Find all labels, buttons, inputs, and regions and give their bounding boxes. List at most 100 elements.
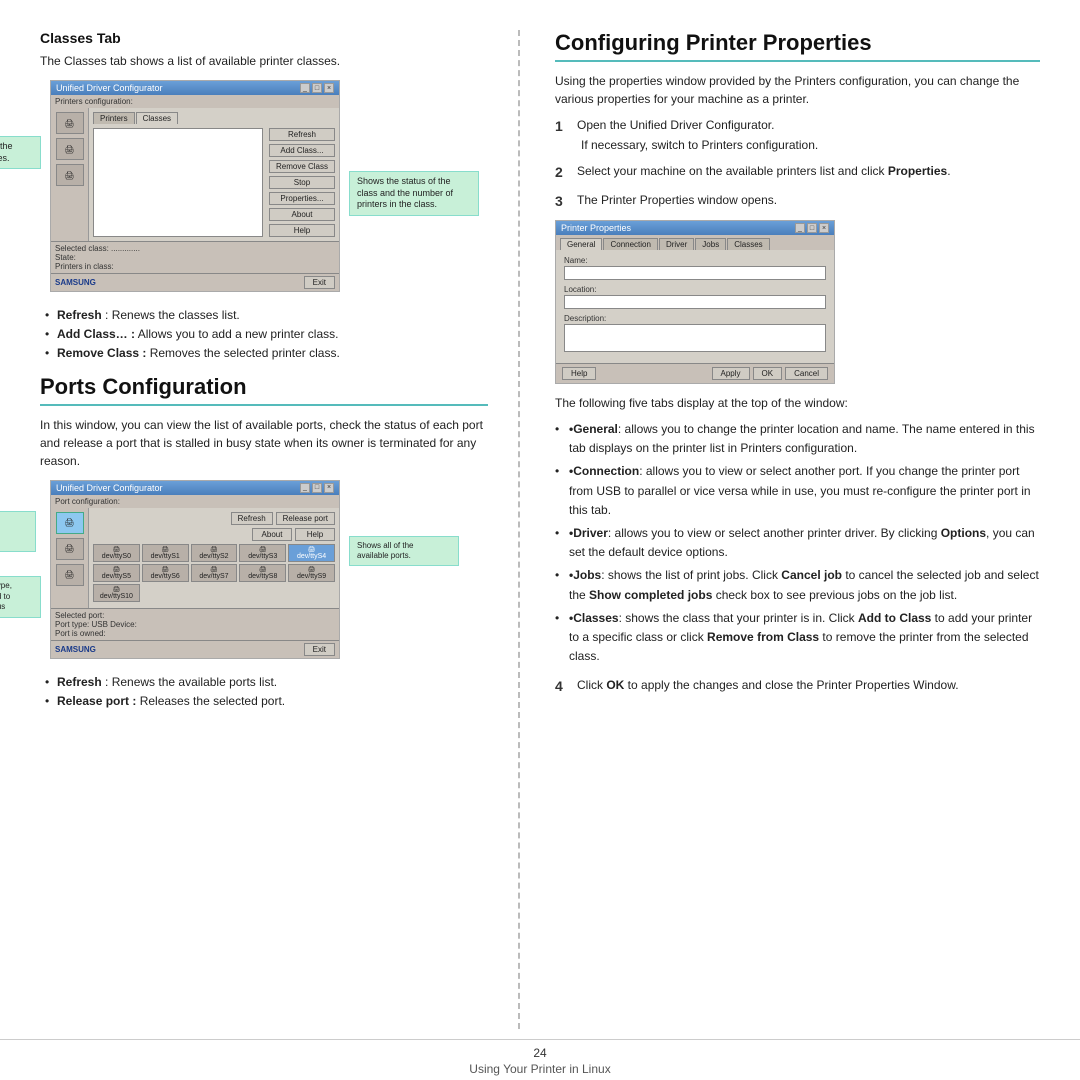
classes-addclass-btn[interactable]: Add Class...	[269, 144, 335, 157]
pp-ok-btn[interactable]: OK	[753, 367, 783, 380]
pp-location-input[interactable]	[564, 295, 826, 309]
classes-about-btn[interactable]: About	[269, 208, 335, 221]
callout-classes-left: Shows all of the printer classes.	[0, 136, 41, 169]
following-text: The following five tabs display at the t…	[555, 394, 1040, 412]
step-1-content: Open the Unified Driver Configurator. If…	[577, 116, 818, 154]
step-1-text: Open the Unified Driver Configurator.	[577, 118, 774, 132]
pp-title: Printer Properties	[561, 223, 631, 233]
port-ttyS1[interactable]: 🖨dev/ttyS1	[142, 544, 189, 562]
pp-maximize[interactable]: □	[807, 223, 817, 233]
classes-status-selected: Selected class: .............	[55, 244, 335, 253]
port-ttyS4[interactable]: 🖨dev/ttyS4	[288, 544, 335, 562]
port-ttyS3[interactable]: 🖨dev/ttyS3	[239, 544, 286, 562]
pp-tab-connection[interactable]: Connection	[603, 238, 657, 250]
ports-config-label: Port configuration:	[51, 495, 339, 508]
ports-status-type: Port type: USB Device:	[55, 620, 335, 629]
classes-config-label: Printers configuration:	[51, 95, 339, 108]
footer-caption: Using Your Printer in Linux	[0, 1062, 1080, 1076]
classes-help-btn[interactable]: Help	[269, 224, 335, 237]
ss-close[interactable]: ×	[324, 83, 334, 93]
port-ttyS0[interactable]: 🖨dev/ttyS0	[93, 544, 140, 562]
callout-port-type: Shows the port type,device connected tot…	[0, 576, 41, 617]
ports-help-btn[interactable]: Help	[295, 528, 335, 541]
ss-titlebar-buttons: _ □ ×	[300, 83, 334, 93]
pp-desc-input[interactable]	[564, 324, 826, 352]
pp-tab-driver[interactable]: Driver	[659, 238, 694, 250]
ss-maximize[interactable]: □	[312, 83, 322, 93]
ports-refresh-btn[interactable]: Refresh	[231, 512, 273, 525]
tab-desc-general: •General: allows you to change the print…	[555, 420, 1040, 458]
ports-exit-btn[interactable]: Exit	[304, 643, 335, 656]
pp-tabs: General Connection Driver Jobs Classes	[556, 235, 834, 250]
step-3: 3 The Printer Properties window opens.	[555, 191, 1040, 212]
bullet-addclass: Add Class… : Allows you to add a new pri…	[45, 325, 488, 344]
classes-stop-btn[interactable]: Stop	[269, 176, 335, 189]
classes-status-state: State:	[55, 253, 335, 262]
ss-minimize[interactable]: _	[300, 83, 310, 93]
step-4-num: 4	[555, 676, 571, 697]
pp-desc-label: Description:	[564, 314, 826, 323]
classes-classes-tab[interactable]: Classes	[136, 112, 178, 124]
classes-ss-title: Unified Driver Configurator	[56, 83, 163, 93]
classes-properties-btn[interactable]: Properties...	[269, 192, 335, 205]
port-ttyS8[interactable]: 🖨dev/ttyS8	[239, 564, 286, 582]
ports-ss-sidebar: 🖨 🖨 🖨	[51, 508, 89, 608]
configuring-title: Configuring Printer Properties	[555, 30, 1040, 62]
tab-desc-connection: •Connection: allows you to view or selec…	[555, 462, 1040, 520]
pp-apply-btn[interactable]: Apply	[712, 367, 750, 380]
classes-bullet-list: Refresh : Renews the classes list. Add C…	[40, 306, 488, 364]
pp-cancel-btn[interactable]: Cancel	[785, 367, 828, 380]
page: Classes Tab The Classes tab shows a list…	[0, 0, 1080, 1080]
right-column: Configuring Printer Properties Using the…	[520, 30, 1040, 1029]
pp-location-label: Location:	[564, 285, 826, 294]
ports-about-btn[interactable]: About	[252, 528, 292, 541]
classes-ss-sidebar: 🖨 🖨 🖨	[51, 108, 89, 241]
classes-screenshot: Unified Driver Configurator _ □ × Printe…	[50, 80, 340, 292]
ports-ss-minimize[interactable]: _	[300, 483, 310, 493]
tab-desc-driver: •Driver: allows you to view or select an…	[555, 524, 1040, 562]
printer-icon-3: 🖨	[56, 164, 84, 186]
pp-footer: Help Apply OK Cancel	[556, 363, 834, 383]
pp-tab-jobs[interactable]: Jobs	[695, 238, 726, 250]
ports-screenshot: Unified Driver Configurator _ □ × Port c…	[50, 480, 340, 659]
ports-status-selected: Selected port:	[55, 611, 335, 620]
tab-desc-list: •General: allows you to change the print…	[555, 420, 1040, 666]
callout-classes-right: Shows the status of the class and the nu…	[349, 171, 479, 216]
pp-close[interactable]: ×	[819, 223, 829, 233]
classes-refresh-btn[interactable]: Refresh	[269, 128, 335, 141]
ports-status-bar: Selected port: Port type: USB Device: Po…	[51, 608, 339, 640]
pp-minimize[interactable]: _	[795, 223, 805, 233]
ports-bullet-list: Refresh : Renews the available ports lis…	[40, 673, 488, 711]
ports-ss-close[interactable]: ×	[324, 483, 334, 493]
callout-shows-ports: Shows all of theavailable ports.	[349, 536, 459, 567]
ports-status-owned: Port is owned:	[55, 629, 335, 638]
callout-switches: Switches toportsconfiguration.	[0, 511, 36, 552]
ports-ss-maximize[interactable]: □	[312, 483, 322, 493]
step-3-num: 3	[555, 191, 571, 212]
step-1: 1 Open the Unified Driver Configurator. …	[555, 116, 1040, 154]
pp-tab-general[interactable]: General	[560, 238, 602, 250]
left-column: Classes Tab The Classes tab shows a list…	[40, 30, 520, 1029]
port-ttyS9[interactable]: 🖨dev/ttyS9	[288, 564, 335, 582]
classes-list-area	[93, 128, 263, 237]
port-ttyS2[interactable]: 🖨dev/ttyS2	[191, 544, 238, 562]
classes-printers-tab[interactable]: Printers	[93, 112, 135, 124]
pp-name-label: Name:	[564, 256, 826, 265]
pp-titlebar: Printer Properties _ □ ×	[556, 221, 834, 235]
pp-help-btn[interactable]: Help	[562, 367, 596, 380]
step-4-content: Click OK to apply the changes and close …	[577, 676, 959, 697]
pp-tab-classes[interactable]: Classes	[727, 238, 769, 250]
bullet-refresh-classes: Refresh : Renews the classes list.	[45, 306, 488, 325]
ports-release-btn[interactable]: Release port	[276, 512, 335, 525]
printer-icon-1: 🖨	[56, 112, 84, 134]
classes-exit-btn[interactable]: Exit	[304, 276, 335, 289]
ports-ss-body: 🖨 🖨 🖨 Refresh Release port About Help	[51, 508, 339, 608]
pp-name-input[interactable]	[564, 266, 826, 280]
bullet-removeclass: Remove Class : Removes the selected prin…	[45, 344, 488, 363]
port-ttyS5[interactable]: 🖨dev/ttyS5	[93, 564, 140, 582]
port-ttyS10[interactable]: 🖨dev/ttyS10	[93, 584, 140, 602]
port-ttyS6[interactable]: 🖨dev/ttyS6	[142, 564, 189, 582]
classes-removeclass-btn[interactable]: Remove Class	[269, 160, 335, 173]
port-ttyS7[interactable]: 🖨dev/ttyS7	[191, 564, 238, 582]
classes-ss-footer: SAMSUNG Exit	[51, 273, 339, 291]
